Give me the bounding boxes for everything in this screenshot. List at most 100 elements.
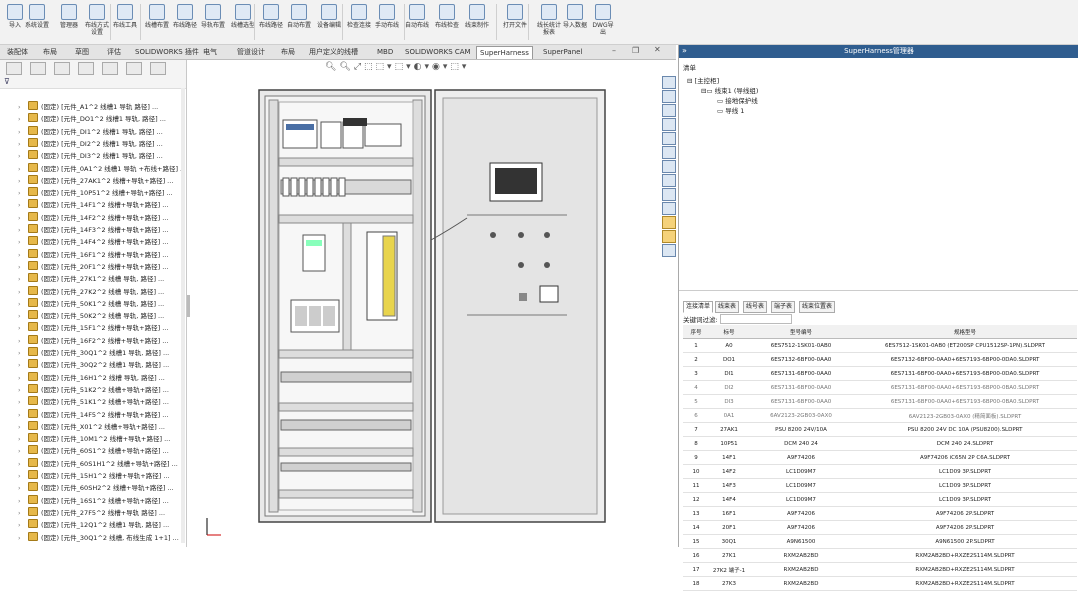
command-tab[interactable]: 电气 <box>200 46 220 58</box>
heads-up-view-toolbar[interactable]: 🔍︎🔍︎⤢⬚⬚▾⬚▾◐▾◉▾⬚▾ <box>325 62 555 76</box>
expand-arrow-icon[interactable]: › <box>18 249 28 261</box>
collapse-toggle-icon[interactable]: ⊟ <box>687 77 692 85</box>
tree-row[interactable]: › (固定) [元件_60S1H1^2 线槽+导轨+路径] ... <box>0 457 184 470</box>
column-header[interactable]: 标号 <box>709 325 749 339</box>
tree-row[interactable]: › (固定) [元件_14F5^2 线槽+导轨+路径] ... <box>0 408 184 421</box>
expand-arrow-icon[interactable]: › <box>18 532 28 544</box>
tree-row[interactable]: › (固定) [元件_27K2^2 线槽 导轨, 路径] ... <box>0 285 184 298</box>
tree-row[interactable]: › (固定) [元件_14F1^2 线槽+导轨+路径] ... <box>0 199 184 211</box>
home-icon[interactable] <box>662 76 676 89</box>
expand-arrow-icon[interactable]: › <box>18 335 28 347</box>
expand-arrow-icon[interactable]: › <box>18 212 28 224</box>
command-tab[interactable]: SOLIDWORKS 插件 <box>132 46 202 58</box>
collapse-icon[interactable]: » <box>682 46 687 55</box>
report-tab[interactable]: 线束位置表 <box>799 301 836 313</box>
ribbon-button[interactable]: 线槽选型 <box>230 4 256 40</box>
tree-row[interactable]: › (固定) [元件_16H1^2 线槽 导轨, 路径] ... <box>0 371 184 384</box>
display-manager-icon[interactable] <box>102 62 118 75</box>
ribbon-button[interactable]: 布线工具 <box>112 4 138 40</box>
tree-row[interactable]: › (固定) [元件_60S1^2 线槽+导轨+路径] ... <box>0 445 184 457</box>
ribbon-button[interactable]: 设备编辑 <box>316 4 342 40</box>
tree-row[interactable]: › (固定) [元件_27K1^2 线槽 导轨, 路径] ... <box>0 273 184 285</box>
ribbon-button[interactable]: 布线方式设置 <box>84 4 110 40</box>
tree-scrollbar[interactable] <box>181 88 185 543</box>
table-row[interactable]: 6 0A1 6AV2123-2GB03-0AX0 6AV2123-2GB03-0AX0… <box>683 408 1077 423</box>
expand-arrow-icon[interactable]: › <box>18 470 28 482</box>
table-row[interactable]: 1 A0 6ES7512-1SK01-0AB0 6ES7512-1SK01-0AB0 … <box>683 338 1077 353</box>
close-icon[interactable]: ✕ <box>654 45 661 54</box>
expand-arrow-icon[interactable]: › <box>18 421 28 433</box>
ribbon-button[interactable]: 检查连接 <box>346 4 372 40</box>
command-tab[interactable]: 草图 <box>72 46 92 58</box>
ribbon-button[interactable]: 线束制作 <box>464 4 490 40</box>
column-header[interactable]: 序号 <box>683 325 709 339</box>
tree-row[interactable]: › (固定) [元件_DO1^2 线槽1 导轨, 路径] ... <box>0 113 184 125</box>
table-row[interactable]: 11 14F3 LC1D09M7 LC1D09 3P.SLDPRT <box>683 478 1077 493</box>
expand-arrow-icon[interactable]: › <box>18 261 28 273</box>
expand-arrow-icon[interactable]: › <box>18 126 28 138</box>
report-tab[interactable]: 线束表 <box>715 301 740 313</box>
tree-row[interactable]: › (固定) [元件_16F1^2 线槽+导轨+路径] ... <box>0 248 184 261</box>
custom-properties-icon[interactable] <box>662 160 676 173</box>
table-row[interactable]: 7 27AK1 PSU 8200 24V/10A PSU 8200 24V DC 10… <box>683 422 1077 437</box>
expand-arrow-icon[interactable]: › <box>18 138 28 150</box>
settings-icon[interactable] <box>662 230 676 243</box>
table-row[interactable]: 8 10P51 DCM 240 24 DCM 240 24.SLDPRT <box>683 436 1077 451</box>
help-icon[interactable] <box>662 244 676 257</box>
expand-arrow-icon[interactable]: › <box>18 273 28 285</box>
table-row[interactable]: 14 20F1 A9F74206 A9F74206 2P.SLDPRT <box>683 520 1077 535</box>
ribbon-button[interactable]: 布线路径 <box>172 4 198 40</box>
ribbon-button[interactable]: 手动布线 <box>374 4 400 40</box>
command-tab[interactable]: SuperPanel <box>540 46 585 58</box>
table-row[interactable]: 17 27K2 端子-1 RXM2AB2BD RXM2AB2BD+RXZE2S114M… <box>683 562 1077 577</box>
expand-arrow-icon[interactable]: › <box>18 224 28 236</box>
expand-arrow-icon[interactable]: › <box>18 359 28 371</box>
tree-row[interactable]: › (固定) [元件_DI1^2 线槽1 导轨, 路径] ... <box>0 125 184 138</box>
expand-arrow-icon[interactable]: › <box>18 150 28 162</box>
expand-arrow-icon[interactable]: › <box>18 163 28 175</box>
graphics-area[interactable] <box>187 60 665 547</box>
table-row[interactable]: 13 16F1 A9F74206 A9F74206 2P.SLDPRT <box>683 506 1077 521</box>
ribbon-button[interactable]: DWG导出 <box>590 4 616 40</box>
tree-row[interactable]: › (固定) [元件_14F4^2 线槽+导轨+路径] ... <box>0 236 184 248</box>
table-row[interactable]: 3 DI1 6ES7131-6BF00-0AA0 6ES7131-6BF00-0AA0… <box>683 366 1077 381</box>
tree-row[interactable]: › (固定) [元件_12Q1^2 线槽1 导轨, 路径] ... <box>0 519 184 531</box>
report-tab[interactable]: 线号表 <box>743 301 768 313</box>
tree-row[interactable]: › (固定) [元件_30Q1^2 线槽, 布线生成 1+1] ... <box>0 531 184 544</box>
table-row[interactable]: 9 14F1 A9F74206 A9F74206 iC65N 2P C6A.SLDPR… <box>683 450 1077 465</box>
cam-icon[interactable] <box>126 62 142 75</box>
tree-row[interactable]: › (固定) [元件_A1^2 线槽1 导轨 路径] ... <box>0 101 184 113</box>
tree-row[interactable]: › (固定) [元件_DI3^2 线槽1 导轨, 路径] ... <box>0 150 184 162</box>
expand-arrow-icon[interactable]: › <box>18 445 28 457</box>
report-tab[interactable]: 端子表 <box>771 301 796 313</box>
ribbon-button[interactable]: 管理器 <box>56 4 82 40</box>
tree-root[interactable]: ⊟ [主控柜] <box>687 75 719 85</box>
expand-arrow-icon[interactable]: › <box>18 433 28 445</box>
ribbon-button[interactable]: 打开文件 <box>502 4 528 40</box>
tree-row[interactable]: › (固定) [元件_27F5^2 线槽+导轨 路径] ... <box>0 506 184 519</box>
tree-item[interactable]: ⊟▭ 线束1 (导线组) <box>701 85 758 95</box>
tree-row[interactable]: › (固定) [元件_50K2^2 线槽 导轨, 路径] ... <box>0 310 184 322</box>
file-explorer-icon[interactable] <box>662 118 676 131</box>
command-tab[interactable]: 布局 <box>40 46 60 58</box>
tree-row[interactable]: › (固定) [元件_20F1^2 线槽+导轨+路径] ... <box>0 260 184 273</box>
table-row[interactable]: 15 30Q1 A9N61500 A9N61500 2P.SLDPRT <box>683 534 1077 549</box>
superharness-icon[interactable] <box>662 188 676 201</box>
restore-icon[interactable]: ❐ <box>632 46 639 55</box>
column-header[interactable]: 型号编号 <box>749 325 853 339</box>
expand-arrow-icon[interactable]: › <box>18 236 28 248</box>
superpanel-icon[interactable] <box>662 202 676 215</box>
expand-arrow-icon[interactable]: › <box>18 372 28 384</box>
expand-arrow-icon[interactable]: › <box>18 495 28 507</box>
expand-arrow-icon[interactable]: › <box>18 482 28 494</box>
expand-arrow-icon[interactable]: › <box>18 347 28 359</box>
ribbon-button[interactable]: 导轨布置 <box>200 4 226 40</box>
ribbon-button[interactable]: 自动布置 <box>286 4 312 40</box>
command-tab[interactable]: 管道设计 <box>234 46 268 58</box>
expand-arrow-icon[interactable]: › <box>18 396 28 408</box>
more-icon[interactable] <box>150 62 166 75</box>
dimxpert-icon[interactable] <box>78 62 94 75</box>
command-tab[interactable]: 布局 <box>278 46 298 58</box>
expand-arrow-icon[interactable]: › <box>18 298 28 310</box>
tree-row[interactable]: › (固定) [元件_15H1^2 线槽+导轨+路径] ... <box>0 470 184 482</box>
